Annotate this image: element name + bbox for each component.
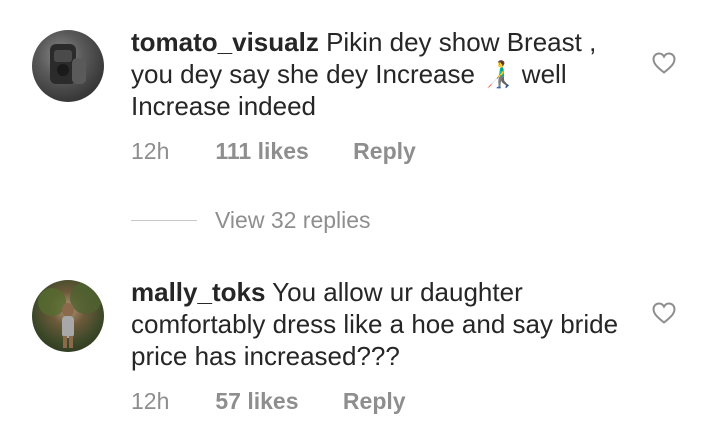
heart-outline-icon[interactable] bbox=[652, 302, 676, 324]
comment-text: tomato_visualz Pikin dey show Breast , y… bbox=[131, 26, 631, 122]
divider-line bbox=[131, 219, 197, 221]
comment-time: 12h bbox=[131, 388, 170, 414]
view-replies-label[interactable]: View 32 replies bbox=[215, 207, 371, 234]
comment-likes[interactable]: 57 likes bbox=[215, 388, 298, 415]
comment-username[interactable]: tomato_visualz bbox=[131, 27, 319, 57]
comment-time: 12h bbox=[131, 138, 170, 164]
comment-meta: 12h 57 likes Reply bbox=[131, 388, 406, 415]
comment-meta: 12h 111 likes Reply bbox=[131, 138, 416, 165]
comment-username[interactable]: mally_toks bbox=[131, 277, 265, 307]
avatar[interactable] bbox=[32, 280, 104, 352]
person-with-cane-emoji: 👨‍🦯 bbox=[482, 59, 515, 89]
heart-outline-icon[interactable] bbox=[652, 52, 676, 74]
view-replies-button[interactable]: View 32 replies bbox=[131, 204, 371, 236]
avatar[interactable] bbox=[32, 30, 104, 102]
reply-button[interactable]: Reply bbox=[343, 388, 406, 415]
comment-likes[interactable]: 111 likes bbox=[215, 138, 308, 165]
comment-text: mally_toks You allow ur daughter comfort… bbox=[131, 276, 631, 372]
reply-button[interactable]: Reply bbox=[353, 138, 416, 165]
